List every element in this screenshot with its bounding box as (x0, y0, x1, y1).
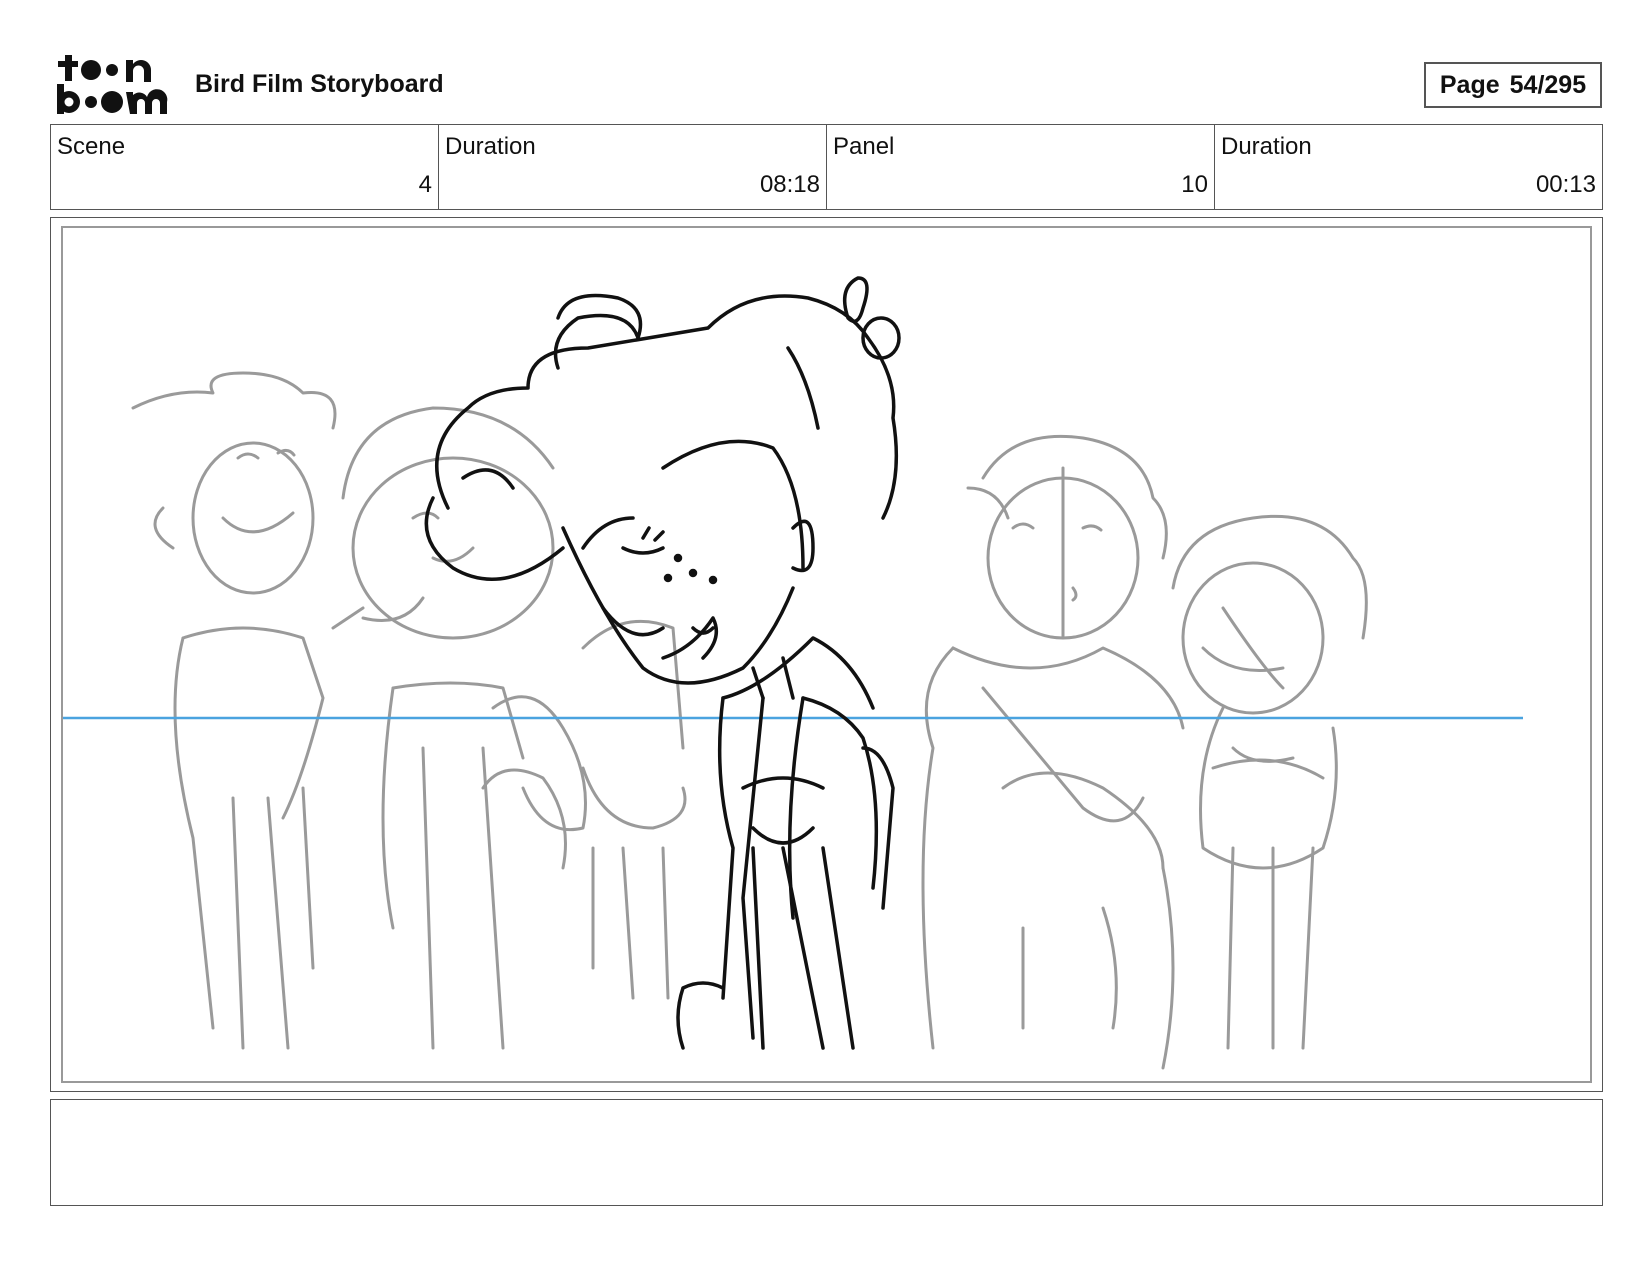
panel-duration-cell: Duration 00:13 (1215, 125, 1602, 209)
scene-duration-label: Duration (445, 133, 536, 160)
page-indicator: Page 54/295 (1424, 62, 1602, 108)
panel-caption-box (50, 1099, 1603, 1206)
panel-duration-value: 00:13 (1535, 171, 1596, 198)
panel-value: 10 (1181, 171, 1208, 198)
document-title: Bird Film Storyboard (195, 70, 444, 98)
toon-boom-logo-icon (57, 55, 168, 114)
scene-duration-cell: Duration 08:18 (439, 125, 827, 209)
panel-sketch (63, 276, 1523, 1070)
main-character-sketch (424, 276, 901, 1050)
panel-label: Panel (833, 133, 895, 160)
panel-cell: Panel 10 (827, 125, 1215, 209)
scene-value: 4 (418, 171, 432, 198)
page-label: Page (1439, 70, 1500, 99)
scene-duration-value: 08:18 (759, 171, 820, 198)
background-crowd-sketch (131, 371, 1368, 1070)
page-number: 54/295 (1509, 70, 1587, 99)
scene-info-table: Scene 4 Duration 08:18 Panel 10 Duration… (50, 124, 1603, 210)
storyboard-panel-image (61, 226, 1592, 1083)
scene-label: Scene (57, 133, 126, 160)
toon-boom-logo (54, 52, 170, 116)
scene-cell: Scene 4 (51, 125, 439, 209)
panel-duration-label: Duration (1221, 133, 1312, 160)
